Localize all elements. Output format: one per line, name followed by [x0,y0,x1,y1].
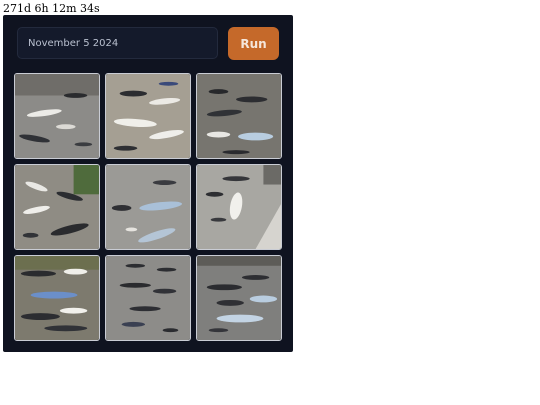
run-button[interactable]: Run [228,27,279,60]
generated-image[interactable] [196,164,282,250]
generated-image[interactable] [196,73,282,159]
prompt-input[interactable] [17,27,218,59]
generated-image[interactable] [105,255,191,341]
countdown-timer: 271d 6h 12m 34s [3,2,100,15]
generated-image[interactable] [14,255,100,341]
generated-image[interactable] [105,73,191,159]
generated-image[interactable] [105,164,191,250]
image-grid [14,73,282,341]
generated-image[interactable] [196,255,282,341]
generated-image[interactable] [14,73,100,159]
generated-image[interactable] [14,164,100,250]
generator-panel: Run [3,15,293,352]
